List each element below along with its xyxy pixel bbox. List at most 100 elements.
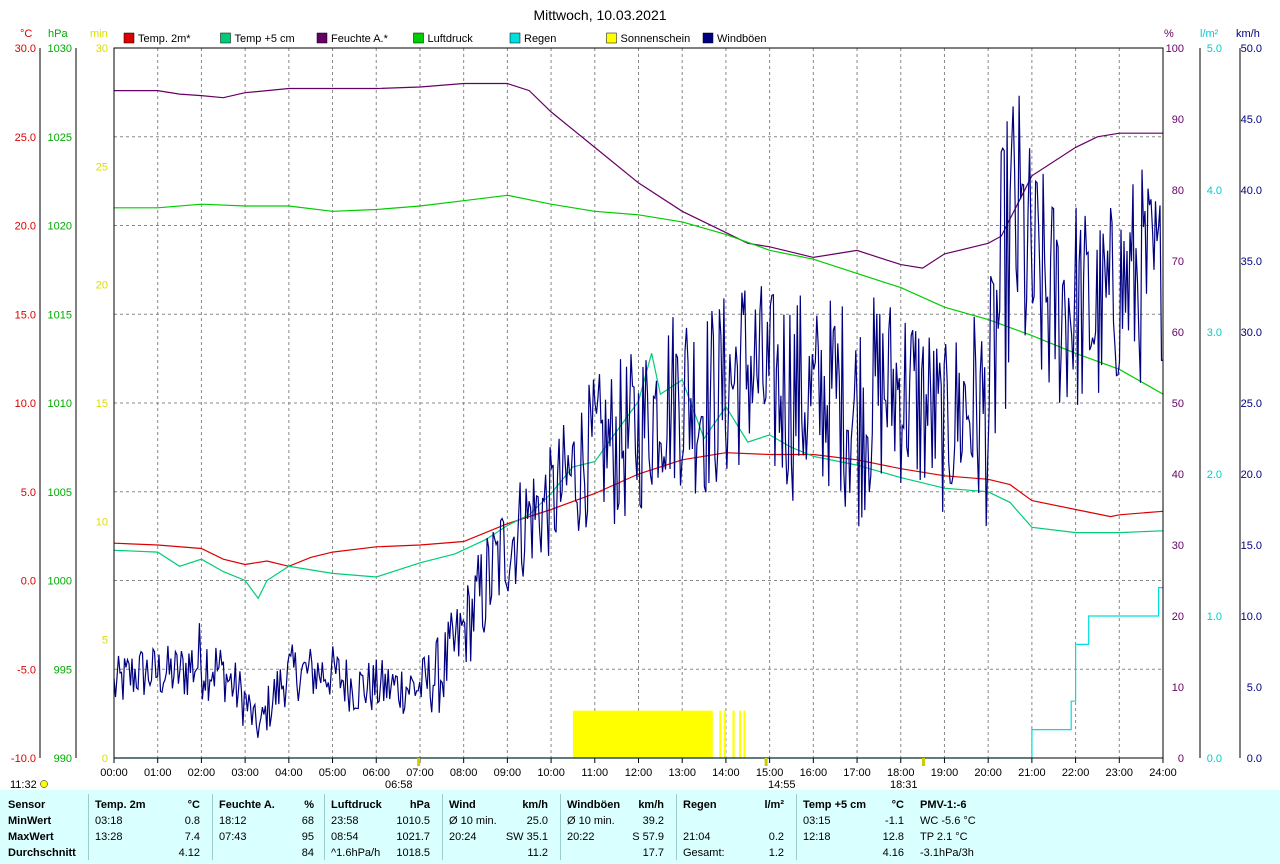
col-value: 39.2 <box>642 815 664 827</box>
x-tick-label: 19:00 <box>931 767 959 779</box>
y-tick-label: 20 <box>96 280 108 292</box>
y-tick-label: 30 <box>96 43 108 55</box>
legend-swatch <box>702 32 714 44</box>
x-tick-label: 24:00 <box>1149 767 1177 779</box>
pmv-wc: WC -5.6 °C <box>920 815 976 827</box>
col-value: 25.0 <box>526 815 548 827</box>
col-time: 07:43 <box>219 831 247 843</box>
noon-time: 14:55 <box>768 779 796 790</box>
legend-swatch <box>509 32 521 44</box>
sun-dot <box>40 780 48 788</box>
x-tick-label: 08:00 <box>450 767 478 779</box>
col-header: Wind <box>449 799 476 811</box>
col-time: 03:15 <box>803 815 831 827</box>
y-tick-label: 0.0 <box>1207 753 1222 765</box>
col-time: Gesamt: <box>683 847 725 859</box>
y-tick-label: 10.0 <box>15 398 36 410</box>
y-tick-label: 80 <box>1172 185 1184 197</box>
y-tick-label: 1005 <box>48 487 72 499</box>
column-separator <box>212 794 213 860</box>
col-value: 4.12 <box>178 847 200 859</box>
col-value: 84 <box>301 847 314 859</box>
y-tick-label: 60 <box>1172 327 1184 339</box>
y-tick-label: 40.0 <box>1241 185 1262 197</box>
col-unit: l/m² <box>764 799 784 811</box>
col-time: 13:28 <box>95 831 123 843</box>
column-separator <box>442 794 443 860</box>
y-tick-label: 2.0 <box>1207 469 1222 481</box>
legend-label: Temp +5 cm <box>235 33 295 45</box>
x-tick-label: 06:00 <box>362 767 390 779</box>
x-tick-label: 07:00 <box>406 767 434 779</box>
col-value: SW 35.1 <box>505 831 548 843</box>
legend-swatch <box>220 32 231 44</box>
stats-pressure: Luftdruck hPa 23:58 1010.5 08:54 1021.7 ^1.6hP… <box>324 790 438 864</box>
y-tick-label: 50.0 <box>1241 43 1262 55</box>
stats-humidity: Feuchte A.% 18:12 68 07:43 95 84 <box>212 790 322 864</box>
col-time: 20:22 <box>567 831 595 843</box>
stats-sensor: Sensor MinWert MaxWert Durchschnitt <box>8 790 88 864</box>
y-tick-label: 100 <box>1166 43 1184 55</box>
statistics-panel: Sensor MinWert MaxWert Durchschnitt Temp… <box>0 790 1280 864</box>
stats-temp5cm: Temp +5 cm °C 03:15 -1.1 12:18 12.8 4.16 <box>796 790 912 864</box>
y-tick-label: 1025 <box>48 132 72 144</box>
column-separator <box>560 794 561 860</box>
col-time: 18:12 <box>219 815 247 827</box>
col-value: 1.2 <box>768 847 784 859</box>
x-tick-label: 02:00 <box>188 767 216 779</box>
col-header: Feuchte A. <box>219 799 275 811</box>
x-tick-label: 20:00 <box>974 767 1002 779</box>
sunshine-bar <box>743 710 746 758</box>
humidity-unit: % <box>1164 28 1174 40</box>
x-tick-label: 11:00 <box>581 767 608 779</box>
y-tick-label: 1.0 <box>1207 611 1222 623</box>
y-tick-label: 5.0 <box>21 487 36 499</box>
col-header: Temp. 2m <box>95 799 146 811</box>
legend-label: Feuchte A.* <box>331 33 389 45</box>
col-unit: °C <box>187 799 200 811</box>
col-value: 1010.5 <box>396 815 430 827</box>
col-value: 0.8 <box>184 815 200 827</box>
y-tick-label: 1000 <box>48 576 72 588</box>
sunshine-bar <box>739 710 742 758</box>
y-tick-label: 5.0 <box>1247 682 1262 694</box>
x-tick-label: 15:00 <box>756 767 784 779</box>
y-tick-label: 0.0 <box>21 576 36 588</box>
col-time: Ø 10 min. <box>449 815 497 827</box>
y-tick-label: 15.0 <box>15 309 36 321</box>
col-value: 17.7 <box>642 847 664 859</box>
x-tick-label: 18:00 <box>887 767 915 779</box>
col-value: 0.2 <box>768 831 784 843</box>
stats-wind: Wind km/h Ø 10 min. 25.0 20:24 SW 35.1 11.2 <box>442 790 556 864</box>
y-tick-label: 20.0 <box>1241 469 1262 481</box>
col-value: 95 <box>301 831 314 843</box>
y-tick-label: 0 <box>1178 753 1184 765</box>
col-value: -1.1 <box>885 815 904 827</box>
col-value: 4.16 <box>882 847 904 859</box>
col-header: Luftdruck <box>331 799 382 811</box>
legend-label: Sonnenschein <box>621 33 691 45</box>
sunshine-bar <box>723 710 726 758</box>
legend-swatch <box>606 32 617 44</box>
y-tick-label: -5.0 <box>17 664 36 676</box>
column-separator <box>88 794 89 860</box>
column-separator <box>796 794 797 860</box>
x-tick-label: 01:00 <box>144 767 172 779</box>
col-time: ^1.6hPa/h <box>331 847 381 859</box>
col-time: Ø 10 min. <box>567 815 615 827</box>
row-label-min: MinWert <box>8 815 52 827</box>
sunrise-time: 06:58 <box>385 779 413 790</box>
legend-label: Windböen <box>717 33 767 45</box>
temp-unit: °C <box>20 28 32 40</box>
y-tick-label: 35.0 <box>1241 256 1262 268</box>
legend-label: Luftdruck <box>428 33 474 45</box>
row-label-avg: Durchschnitt <box>8 847 76 859</box>
sunshine-bar <box>732 710 735 758</box>
corner-time: 11:32 <box>10 779 37 790</box>
rain-unit: l/m² <box>1200 28 1219 40</box>
pressure-unit: hPa <box>48 28 68 40</box>
row-label-max: MaxWert <box>8 831 54 843</box>
stats-rain: Regen l/m² 21:04 0.2 Gesamt: 1.2 <box>676 790 792 864</box>
col-value: 1018.5 <box>396 847 430 859</box>
col-unit: % <box>304 799 314 811</box>
